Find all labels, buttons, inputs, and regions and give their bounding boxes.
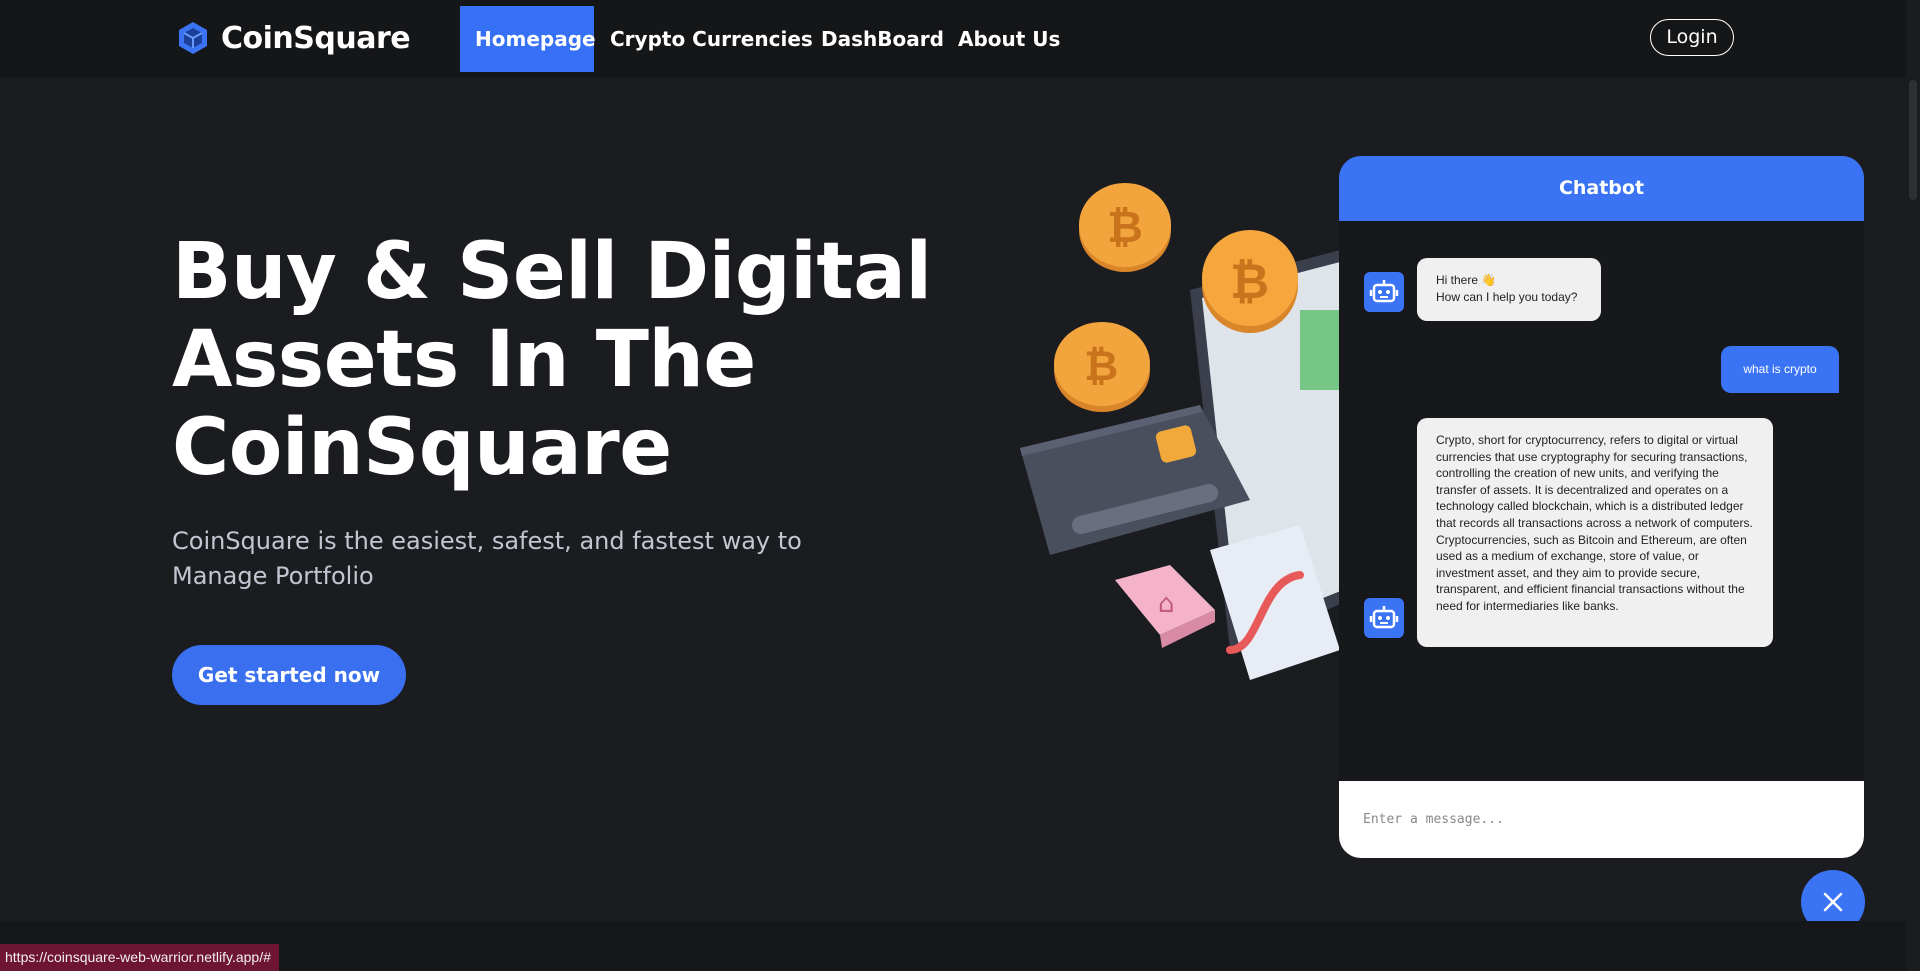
chatbot-panel: Chatbot Hi there 👋 How can I help you to…: [1339, 156, 1864, 858]
crypto-illustration: ⌂ ₿ ₿ ₿: [1020, 183, 1350, 680]
nav-about-us[interactable]: About Us: [943, 6, 1075, 72]
hero-title-line: CoinSquare: [172, 403, 672, 493]
navbar: CoinSquare Homepage Crypto Currencies Da…: [0, 0, 1920, 78]
brand-logo[interactable]: CoinSquare: [175, 20, 411, 56]
chatbot-title: Chatbot: [1339, 156, 1864, 221]
bot-message: Crypto, short for cryptocurrency, refers…: [1417, 418, 1773, 647]
bitcoin-coin: ₿: [1079, 183, 1171, 272]
robot-icon: [1364, 598, 1404, 638]
nav-crypto-currencies[interactable]: Crypto Currencies: [595, 6, 828, 72]
bank-tile-illustration: ⌂: [1115, 565, 1215, 648]
footer-strip: [0, 921, 1920, 971]
hero-title-line: Buy & Sell Digital: [172, 227, 932, 317]
brand-name: CoinSquare: [221, 20, 411, 56]
scrollbar[interactable]: [1906, 0, 1920, 971]
bot-message: Hi there 👋 How can I help you today?: [1417, 258, 1601, 321]
bitcoin-coin: ₿: [1054, 322, 1150, 412]
login-button[interactable]: Login: [1650, 19, 1734, 56]
hero-title: Buy & Sell Digital Assets In The CoinSqu…: [172, 228, 932, 492]
status-bar-url: https://coinsquare-web-warrior.netlify.a…: [0, 944, 279, 971]
svg-text:₿: ₿: [1230, 254, 1269, 310]
get-started-button[interactable]: Get started now: [172, 645, 406, 705]
hero-title-line: Assets In The: [172, 315, 756, 405]
chat-message-input[interactable]: [1339, 781, 1864, 858]
bitcoin-coin: ₿: [1202, 230, 1298, 333]
cube-icon: [179, 22, 207, 54]
svg-text:₿: ₿: [1107, 202, 1143, 253]
robot-icon: [1364, 272, 1404, 312]
svg-text:₿: ₿: [1084, 341, 1118, 390]
nav-dashboard[interactable]: DashBoard: [806, 6, 959, 72]
hero-subtitle: CoinSquare is the easiest, safest, and f…: [172, 527, 802, 590]
close-icon: [1823, 892, 1843, 912]
nav-homepage[interactable]: Homepage: [460, 6, 596, 72]
scrollbar-thumb[interactable]: [1909, 80, 1917, 200]
user-message: what is crypto: [1721, 346, 1839, 393]
svg-text:⌂: ⌂: [1158, 589, 1175, 619]
